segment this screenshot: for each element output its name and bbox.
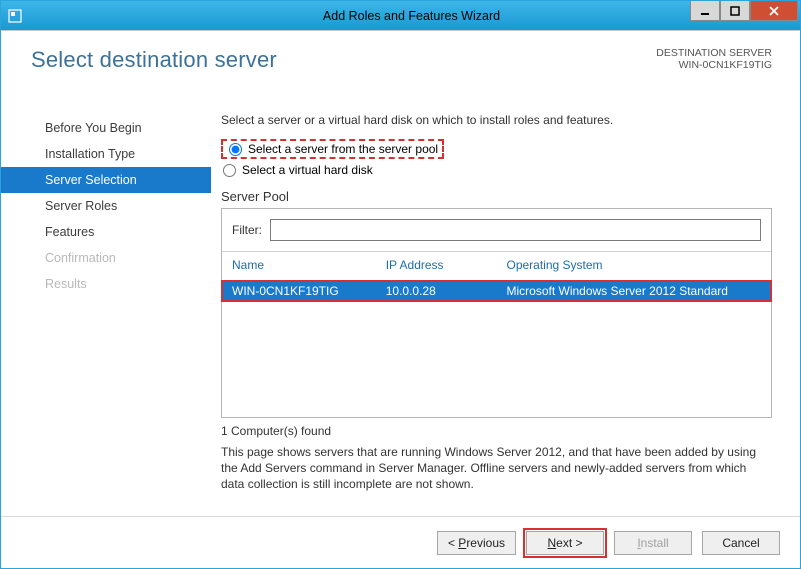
app-icon [7,8,23,24]
instruction-text: Select a server or a virtual hard disk o… [221,113,772,127]
radio-vhd[interactable] [223,164,236,177]
destination-label: DESTINATION SERVER [656,47,772,59]
table-row[interactable]: WIN-0CN1KF19TIG 10.0.0.28 Microsoft Wind… [222,281,771,302]
server-table: Name IP Address Operating System WIN-0CN… [222,252,771,417]
sidebar: Before You Begin Installation Type Serve… [1,101,211,512]
cell-name: WIN-0CN1KF19TIG [222,281,376,302]
radio-row-server-pool[interactable]: Select a server from the server pool [221,137,772,161]
sidebar-item-before-you-begin[interactable]: Before You Begin [1,115,211,141]
minimize-button[interactable] [690,1,720,21]
cancel-button[interactable]: Cancel [702,531,780,555]
filter-input[interactable] [270,219,761,241]
filter-label: Filter: [232,223,262,237]
install-button: InstallInstall [614,531,692,555]
main-panel: Select a server or a virtual hard disk o… [211,101,800,512]
cell-os: Microsoft Windows Server 2012 Standard [496,281,771,302]
sidebar-item-server-roles[interactable]: Server Roles [1,193,211,219]
next-button[interactable]: Next >Next > [526,531,604,555]
window-title: Add Roles and Features Wizard [23,9,800,23]
body-row: Before You Begin Installation Type Serve… [1,101,800,512]
info-text: This page shows servers that are running… [221,444,772,493]
radio-server-pool-label: Select a server from the server pool [248,142,438,156]
sidebar-item-results: Results [1,271,211,297]
radio-row-vhd[interactable]: Select a virtual hard disk [221,161,772,179]
radio-vhd-label: Select a virtual hard disk [242,163,373,177]
col-os[interactable]: Operating System [496,252,771,281]
col-ip[interactable]: IP Address [376,252,497,281]
wizard-window: Add Roles and Features Wizard Select des… [0,0,801,569]
window-buttons [690,1,798,21]
maximize-button[interactable] [720,1,750,21]
count-text: 1 Computer(s) found [221,424,772,438]
previous-button[interactable]: < PPreviousrevious [437,531,516,555]
destination-block: DESTINATION SERVER WIN-0CN1KF19TIG [656,47,772,71]
sidebar-item-installation-type[interactable]: Installation Type [1,141,211,167]
sidebar-item-server-selection[interactable]: Server Selection [1,167,211,193]
destination-value: WIN-0CN1KF19TIG [656,59,772,71]
table-header-row: Name IP Address Operating System [222,252,771,281]
footer: < PPreviousrevious Next >Next > InstallI… [1,516,800,568]
sidebar-item-features[interactable]: Features [1,219,211,245]
server-pool-box: Filter: Name IP Address Operating System [221,208,772,418]
col-name[interactable]: Name [222,252,376,281]
sidebar-item-confirmation: Confirmation [1,245,211,271]
radio-server-pool[interactable] [229,143,242,156]
page-title: Select destination server [31,47,277,73]
header-row: Select destination server DESTINATION SE… [1,31,800,101]
table-empty-space [222,301,771,417]
close-button[interactable] [750,1,798,21]
titlebar: Add Roles and Features Wizard [1,1,800,30]
filter-row: Filter: [222,209,771,252]
client-area: Select destination server DESTINATION SE… [1,30,800,568]
server-pool-label: Server Pool [221,189,772,204]
cell-ip: 10.0.0.28 [376,281,497,302]
